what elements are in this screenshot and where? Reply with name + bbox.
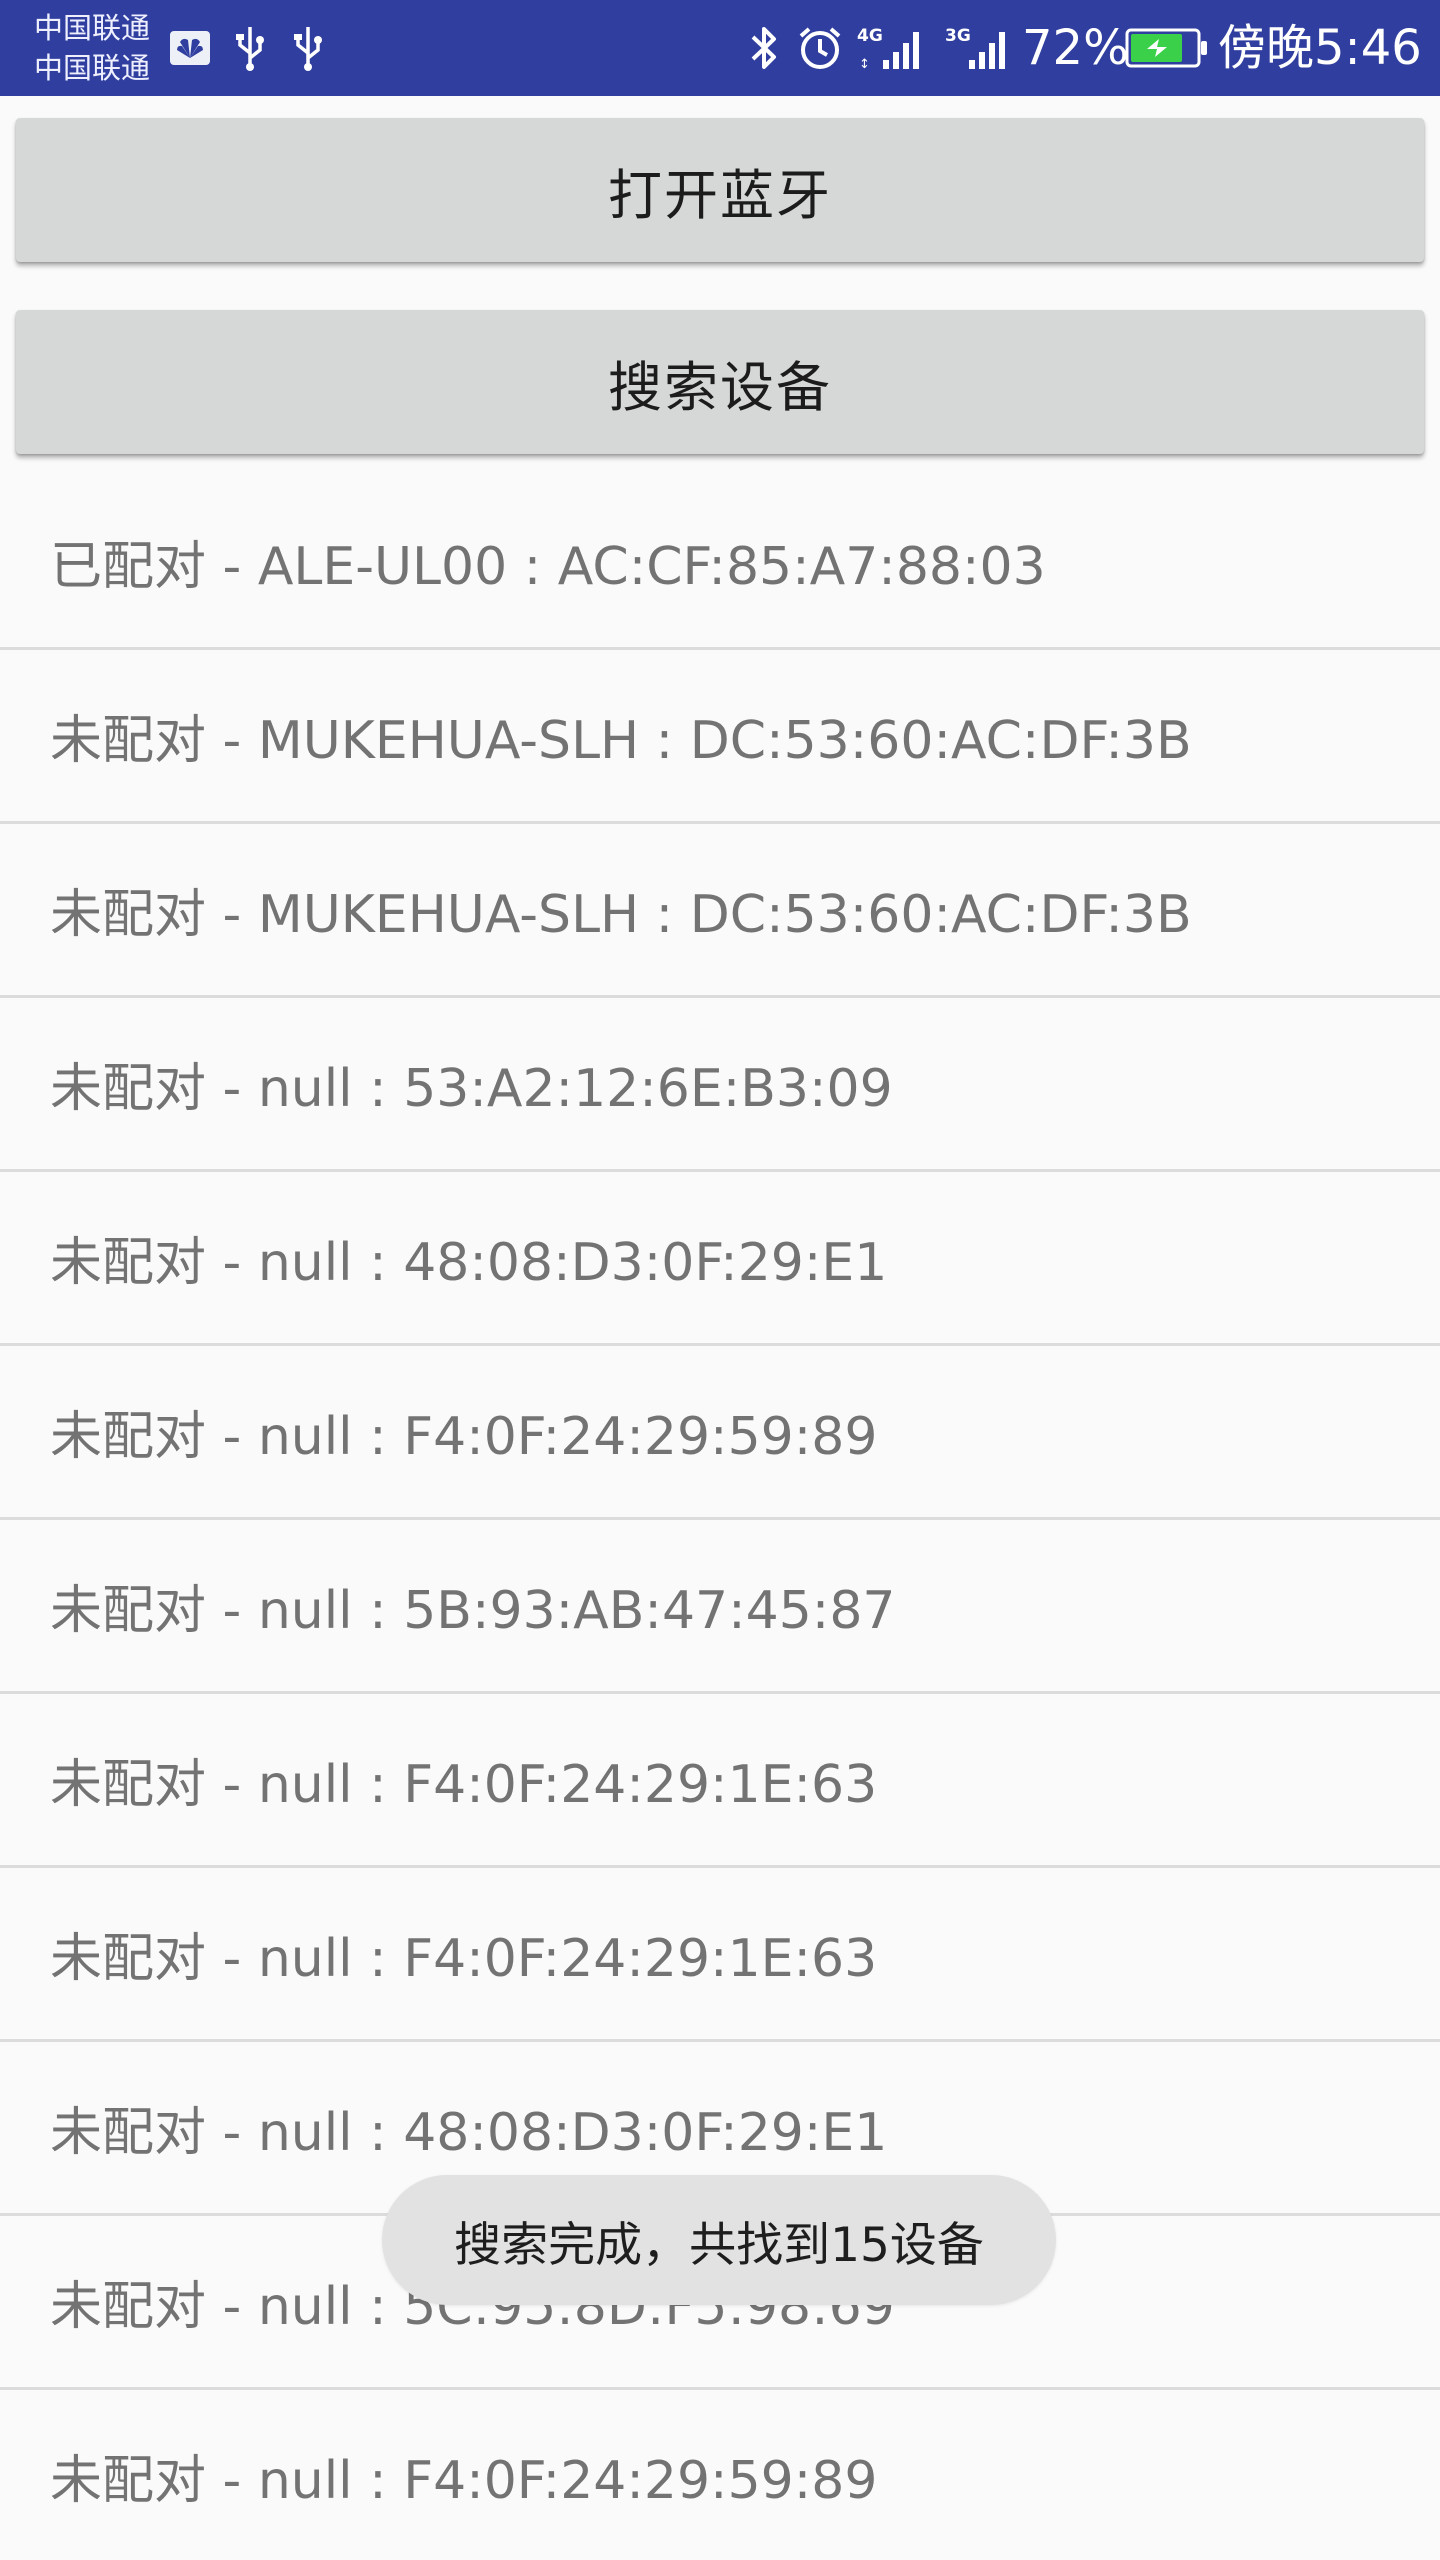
list-item[interactable]: 未配对 - null : F4:0F:24:29:1E:63 [0, 1868, 1440, 2042]
list-item[interactable]: 未配对 - null : F4:0F:24:29:1E:63 [0, 1694, 1440, 1868]
huawei-notification-icon [168, 24, 212, 72]
carrier-label-1: 中国联通 [34, 11, 151, 45]
toast-message: 搜索完成，共找到15设备 [382, 2175, 1056, 2305]
usb-icon [290, 24, 326, 72]
battery-charging-icon [1124, 24, 1210, 72]
list-item[interactable]: 未配对 - null : 48:08:D3:0F:29:E1 [0, 1172, 1440, 1346]
svg-text:4G: 4G [857, 26, 883, 46]
svg-text:3G: 3G [945, 26, 971, 46]
3g-signal-icon: 3G [944, 24, 1016, 72]
list-item[interactable]: 未配对 - null : 53:A2:12:6E:B3:09 [0, 998, 1440, 1172]
list-item[interactable]: 未配对 - null : F4:0F:24:29:59:89 [0, 1346, 1440, 1520]
list-item[interactable]: 未配对 - MUKEHUA-SLH : DC:53:60:AC:DF:3B [0, 824, 1440, 998]
list-item[interactable]: 已配对 - ALE-UL00 : AC:CF:85:A7:88:03 [0, 476, 1440, 650]
list-item[interactable]: 未配对 - null : F4:0F:24:29:59:89 [0, 2390, 1440, 2560]
bluetooth-icon [744, 24, 784, 72]
usb-icon [232, 24, 268, 72]
status-bar: 中国联通 中国联通 4G ↕ 3G 72% 傍晚5:46 [0, 0, 1440, 96]
battery-percent: 72% [1022, 20, 1129, 76]
search-devices-button[interactable]: 搜索设备 [16, 310, 1424, 454]
carrier-label-2: 中国联通 [34, 51, 151, 85]
clock: 傍晚5:46 [1218, 20, 1422, 76]
alarm-icon [794, 24, 846, 72]
svg-text:↕: ↕ [859, 57, 870, 72]
4g-signal-icon: 4G ↕ [856, 24, 930, 72]
open-bluetooth-button[interactable]: 打开蓝牙 [16, 118, 1424, 262]
list-item[interactable]: 未配对 - null : 5B:93:AB:47:45:87 [0, 1520, 1440, 1694]
list-item[interactable]: 未配对 - MUKEHUA-SLH : DC:53:60:AC:DF:3B [0, 650, 1440, 824]
